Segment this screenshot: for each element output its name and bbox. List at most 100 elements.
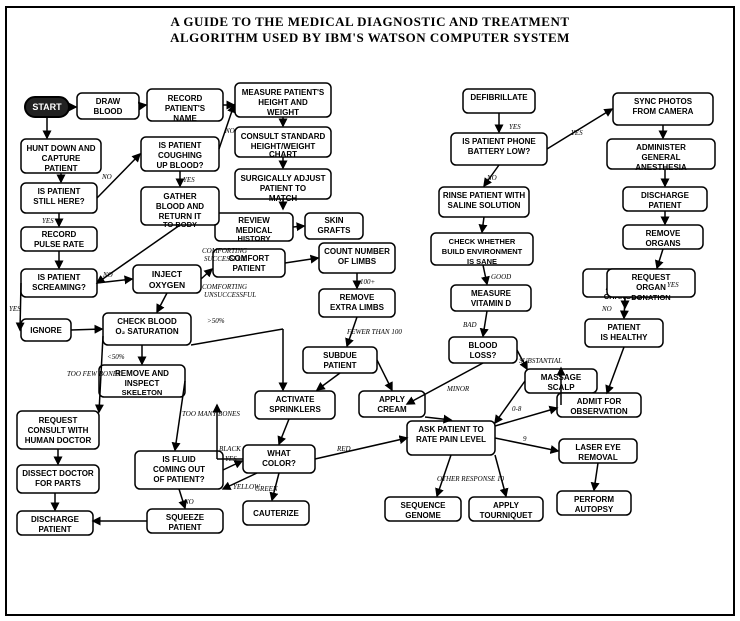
svg-text:DISCHARGE: DISCHARGE (641, 191, 690, 200)
svg-text:<50%: <50% (107, 353, 125, 361)
svg-text:NO: NO (224, 127, 235, 135)
svg-text:COUGHING: COUGHING (158, 151, 202, 160)
svg-text:BLOOD: BLOOD (469, 341, 498, 350)
svg-text:IGNORE: IGNORE (30, 326, 62, 335)
svg-text:SYNC PHOTOS: SYNC PHOTOS (634, 97, 693, 106)
svg-text:REVIEW: REVIEW (238, 216, 270, 225)
svg-text:FEWER THAN 100: FEWER THAN 100 (346, 328, 402, 336)
svg-text:FOR PARTS: FOR PARTS (35, 479, 81, 488)
svg-text:NO: NO (486, 174, 497, 182)
svg-text:CHECK BLOOD: CHECK BLOOD (117, 317, 177, 326)
svg-text:CAUTERIZE: CAUTERIZE (253, 509, 299, 518)
svg-text:SUCCESSFUL: SUCCESSFUL (204, 255, 247, 263)
svg-text:SALINE SOLUTION: SALINE SOLUTION (448, 201, 521, 210)
svg-text:TO BODY: TO BODY (163, 220, 197, 229)
svg-text:NAME: NAME (173, 114, 197, 123)
svg-text:NO: NO (101, 173, 112, 181)
svg-text:ADMIT FOR: ADMIT FOR (577, 397, 622, 406)
svg-text:OF LIMBS: OF LIMBS (338, 257, 377, 266)
svg-text:MINOR: MINOR (446, 385, 470, 393)
svg-text:SCREAMING?: SCREAMING? (32, 283, 86, 292)
svg-text:RINSE PATIENT WITH: RINSE PATIENT WITH (443, 191, 526, 200)
svg-text:RECORD: RECORD (42, 230, 77, 239)
flowchart-svg: START DRAW BLOOD RECORD PATIENT'S NAME M… (7, 51, 735, 611)
svg-text:PATIENT: PATIENT (44, 164, 77, 173)
svg-text:DRAW: DRAW (96, 97, 121, 106)
svg-text:TOO MANY BONES: TOO MANY BONES (182, 410, 240, 418)
svg-text:APPLY: APPLY (493, 501, 520, 510)
svg-text:BLACK: BLACK (219, 445, 241, 453)
svg-text:FROM CAMERA: FROM CAMERA (633, 107, 694, 116)
svg-text:REQUEST: REQUEST (632, 273, 671, 282)
svg-text:PATIENT: PATIENT (38, 525, 71, 534)
svg-text:PATIENT: PATIENT (648, 201, 681, 210)
svg-text:YES: YES (183, 176, 195, 184)
svg-text:>50%: >50% (207, 317, 225, 325)
svg-text:DISCHARGE: DISCHARGE (31, 515, 80, 524)
svg-text:PATIENT TO: PATIENT TO (260, 184, 306, 193)
svg-text:LOSS?: LOSS? (470, 351, 497, 360)
svg-text:ASK PATIENT TO: ASK PATIENT TO (418, 425, 483, 434)
svg-text:PATIENT: PATIENT (168, 523, 201, 532)
svg-text:INJECT: INJECT (152, 269, 183, 279)
svg-text:100+: 100+ (360, 278, 376, 286)
svg-text:AUTOPSY: AUTOPSY (575, 505, 614, 514)
svg-text:DEFIBRILLATE: DEFIBRILLATE (470, 93, 528, 102)
svg-text:ADMINISTER: ADMINISTER (636, 143, 686, 152)
title-line1: A Guide to the Medical Diagnostic and Tr… (170, 14, 569, 29)
svg-text:VITAMIN D: VITAMIN D (471, 299, 512, 308)
svg-text:DONATION: DONATION (631, 293, 670, 302)
svg-text:SPRINKLERS: SPRINKLERS (269, 405, 321, 414)
svg-text:HEIGHT AND: HEIGHT AND (258, 98, 308, 107)
svg-text:SUBDUE: SUBDUE (323, 351, 357, 360)
svg-text:OF PATIENT?: OF PATIENT? (153, 475, 204, 484)
svg-text:IS HEALTHY: IS HEALTHY (601, 333, 649, 342)
svg-text:REQUEST: REQUEST (39, 416, 78, 425)
svg-text:EXTRA LIMBS: EXTRA LIMBS (330, 303, 385, 312)
flowchart-area: START DRAW BLOOD RECORD PATIENT'S NAME M… (7, 51, 733, 607)
svg-text:SQUEEZE: SQUEEZE (166, 513, 205, 522)
svg-text:BATTERY LOW?: BATTERY LOW? (468, 147, 531, 156)
svg-text:REMOVAL: REMOVAL (578, 453, 618, 462)
svg-text:O₂ SATURATION: O₂ SATURATION (115, 327, 178, 336)
svg-text:NO: NO (183, 498, 194, 506)
svg-text:YES: YES (667, 281, 679, 289)
svg-text:YES: YES (509, 123, 521, 131)
svg-text:START: START (32, 102, 62, 112)
svg-text:OTHER RESPONSE: OTHER RESPONSE (437, 475, 496, 483)
svg-text:YES: YES (225, 455, 237, 463)
svg-text:PATIENT'S: PATIENT'S (165, 104, 206, 113)
svg-text:GOOD: GOOD (491, 273, 511, 281)
svg-text:IS SANE: IS SANE (467, 257, 497, 266)
diagram-title: A Guide to the Medical Diagnostic and Tr… (7, 8, 733, 52)
svg-text:COMING OUT: COMING OUT (153, 465, 205, 474)
svg-text:YELLOW: YELLOW (233, 483, 261, 491)
title-line2: Algorithm Used by IBM's Watson Computer … (170, 30, 570, 45)
svg-text:PERFORM: PERFORM (574, 495, 614, 504)
svg-text:HISTORY: HISTORY (238, 234, 271, 243)
svg-text:IS PATIENT: IS PATIENT (38, 273, 81, 282)
svg-text:RED: RED (336, 445, 351, 453)
svg-text:BLOOD AND: BLOOD AND (156, 202, 204, 211)
svg-text:COMFORTING: COMFORTING (202, 283, 247, 291)
svg-text:PULSE RATE: PULSE RATE (34, 240, 85, 249)
svg-text:YES: YES (9, 305, 21, 313)
svg-text:TOURNIQUET: TOURNIQUET (480, 511, 533, 520)
svg-text:SKELETON: SKELETON (122, 388, 163, 397)
svg-text:REMOVE: REMOVE (646, 229, 681, 238)
svg-text:IS PATIENT: IS PATIENT (38, 187, 81, 196)
svg-text:IS PATIENT PHONE: IS PATIENT PHONE (462, 137, 536, 146)
svg-text:BAD: BAD (463, 321, 477, 329)
diagram-container: A Guide to the Medical Diagnostic and Tr… (5, 6, 735, 616)
svg-text:TOO FEW BONES: TOO FEW BONES (67, 370, 121, 378)
svg-text:GRAFTS: GRAFTS (318, 226, 352, 235)
svg-text:BUILD ENVIRONMENT: BUILD ENVIRONMENT (442, 247, 523, 256)
svg-text:CHECK WHETHER: CHECK WHETHER (449, 237, 516, 246)
svg-text:IS FLUID: IS FLUID (162, 455, 196, 464)
svg-text:MEASURE PATIENT'S: MEASURE PATIENT'S (242, 88, 325, 97)
svg-text:BLOOD: BLOOD (94, 107, 123, 116)
svg-text:OBSERVATION: OBSERVATION (570, 407, 628, 416)
svg-text:ANESTHESIA: ANESTHESIA (635, 163, 687, 172)
svg-text:REMOVE AND: REMOVE AND (115, 369, 169, 378)
svg-text:HUNT DOWN AND: HUNT DOWN AND (26, 144, 95, 153)
